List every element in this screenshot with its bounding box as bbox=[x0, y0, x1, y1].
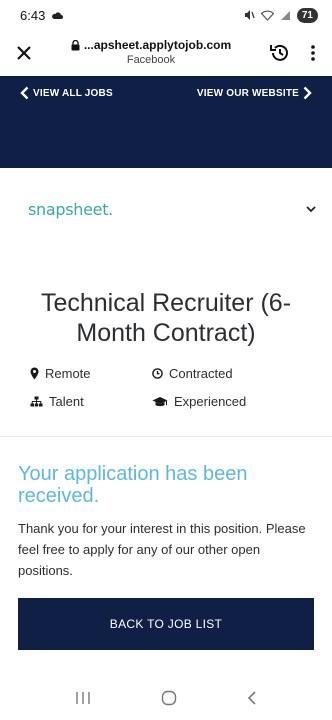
chevron-right-icon bbox=[303, 86, 312, 100]
view-website-link[interactable]: VIEW OUR WEBSITE bbox=[197, 86, 312, 100]
url-bar[interactable]: ...apsheet.applytojob.com Facebook bbox=[36, 38, 266, 68]
view-website-label: VIEW OUR WEBSITE bbox=[196, 87, 299, 99]
job-type-text: Contracted bbox=[169, 366, 233, 381]
clock-icon bbox=[152, 368, 163, 379]
job-level-text: Experienced bbox=[174, 394, 247, 409]
status-right: 71 bbox=[243, 7, 318, 23]
company-logo[interactable]: snapsheet. bbox=[28, 200, 113, 219]
home-button[interactable] bbox=[161, 690, 177, 711]
chevron-left-icon bbox=[20, 86, 29, 100]
confirmation-heading: Your application has been received. bbox=[18, 463, 248, 507]
back-to-job-list-button[interactable]: BACK TO JOB LIST bbox=[18, 598, 314, 650]
view-all-jobs-label: VIEW ALL JOBS bbox=[33, 87, 113, 99]
url-text: ...apsheet.applytojob.com bbox=[83, 38, 232, 52]
browser-bar: ...apsheet.applytojob.com Facebook bbox=[0, 30, 332, 76]
map-marker-icon bbox=[30, 367, 39, 380]
job-department: Talent bbox=[30, 394, 84, 409]
status-bar: 6:43 71 bbox=[0, 0, 332, 30]
mute-icon bbox=[244, 10, 255, 20]
back-icon bbox=[247, 690, 256, 705]
sitemap-icon bbox=[30, 396, 43, 407]
wifi-icon bbox=[260, 10, 274, 21]
job-location: Remote bbox=[30, 366, 91, 381]
section-divider bbox=[0, 436, 332, 437]
history-icon bbox=[270, 44, 288, 61]
job-title: Technical Recruiter (6-Month Contract) bbox=[40, 289, 292, 347]
close-button[interactable] bbox=[12, 41, 36, 65]
confirmation-message: Thank you for your interest in this posi… bbox=[18, 521, 306, 578]
site-header: VIEW ALL JOBS VIEW OUR WEBSITE bbox=[0, 76, 332, 168]
job-type: Contracted bbox=[152, 366, 233, 381]
history-button[interactable] bbox=[266, 39, 294, 67]
back-nav-button[interactable] bbox=[247, 690, 257, 711]
expand-toggle[interactable] bbox=[304, 203, 318, 217]
recent-apps-button[interactable] bbox=[75, 691, 91, 710]
job-level: Experienced bbox=[152, 394, 246, 409]
signal-icon bbox=[280, 10, 290, 20]
battery-badge: 71 bbox=[296, 7, 318, 23]
job-department-text: Talent bbox=[49, 394, 84, 409]
system-navigation-bar bbox=[0, 680, 332, 720]
recent-apps-icon bbox=[76, 691, 90, 704]
url-line: ...apsheet.applytojob.com bbox=[36, 38, 266, 53]
view-all-jobs-link[interactable]: VIEW ALL JOBS bbox=[20, 86, 113, 100]
more-options-button[interactable] bbox=[306, 41, 320, 65]
cloud-icon bbox=[52, 11, 64, 19]
url-subtitle: Facebook bbox=[126, 54, 176, 66]
kebab-menu-icon bbox=[311, 45, 315, 61]
lock-icon bbox=[71, 40, 80, 51]
chevron-down-icon bbox=[306, 206, 316, 213]
company-row: snapsheet. bbox=[28, 200, 318, 219]
status-left: 6:43 bbox=[20, 7, 64, 23]
job-location-text: Remote bbox=[45, 366, 91, 381]
close-icon bbox=[17, 46, 31, 60]
graduation-cap-icon bbox=[152, 396, 168, 406]
home-icon bbox=[161, 690, 177, 705]
status-time: 6:43 bbox=[20, 7, 46, 23]
